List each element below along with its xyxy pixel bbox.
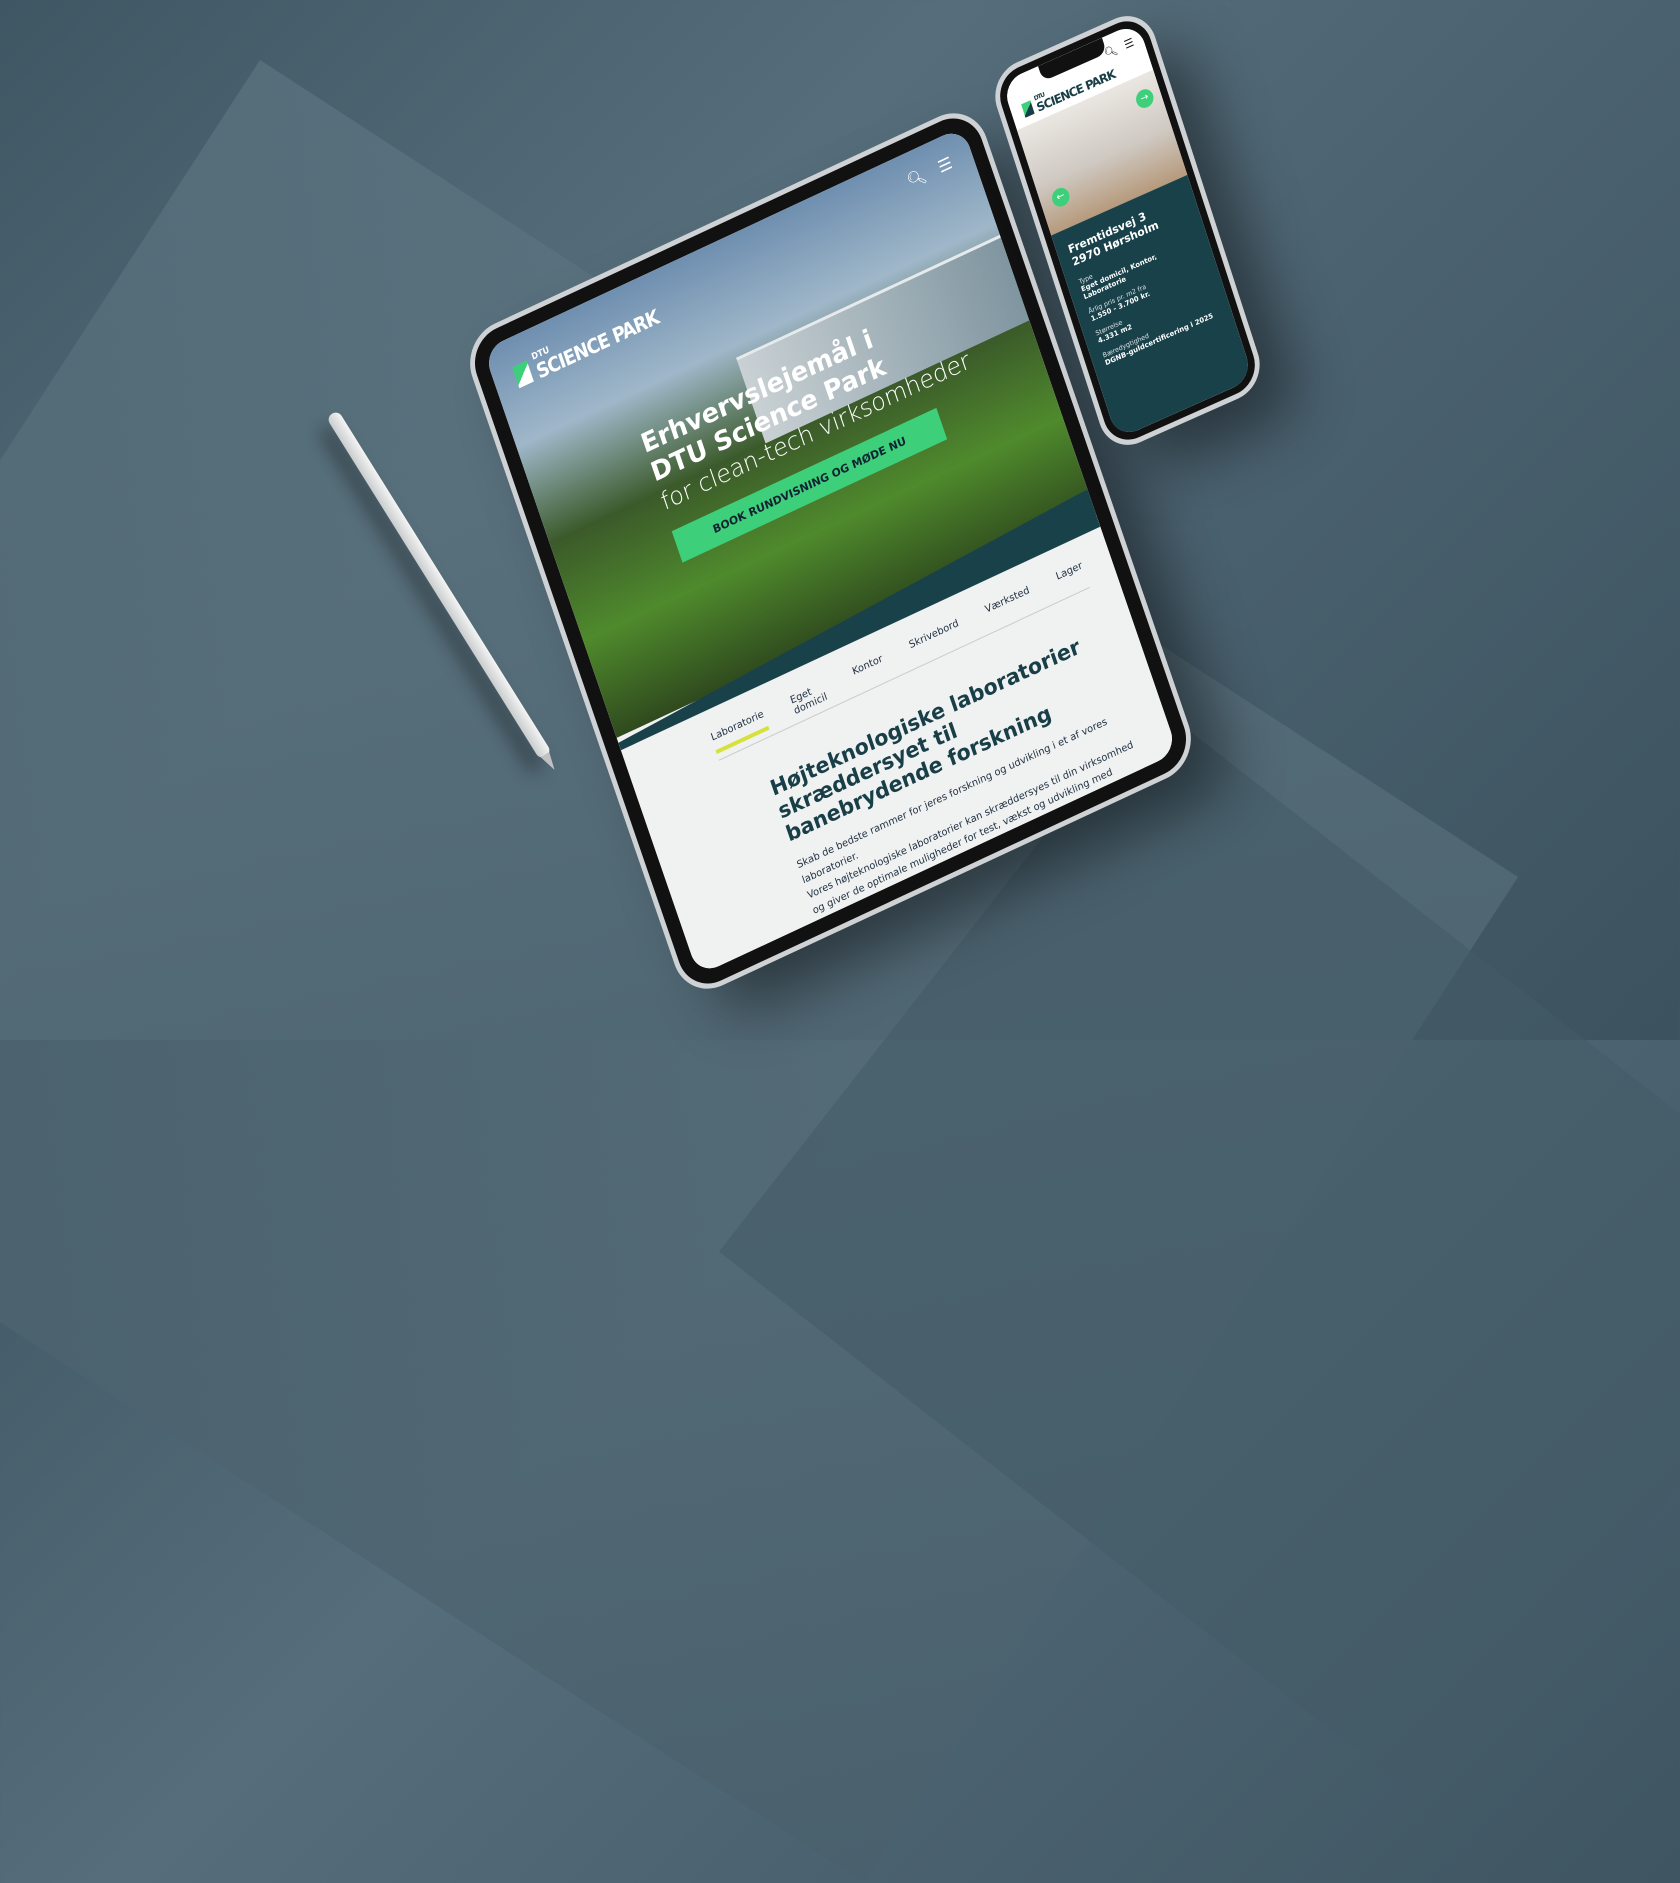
- arrow-left-icon[interactable]: ←: [1049, 185, 1072, 210]
- tab-eget-domicil[interactable]: Eget domicil: [789, 680, 831, 718]
- arrow-right-icon[interactable]: →: [1133, 86, 1156, 111]
- tab-vaerksted[interactable]: Værksted: [984, 585, 1035, 626]
- tab-kontor[interactable]: Kontor: [851, 654, 888, 689]
- tab-skrivebord[interactable]: Skrivebord: [908, 618, 964, 662]
- tab-laboratorie[interactable]: Laboratorie: [709, 708, 770, 755]
- tab-lager[interactable]: Lager: [1055, 560, 1088, 593]
